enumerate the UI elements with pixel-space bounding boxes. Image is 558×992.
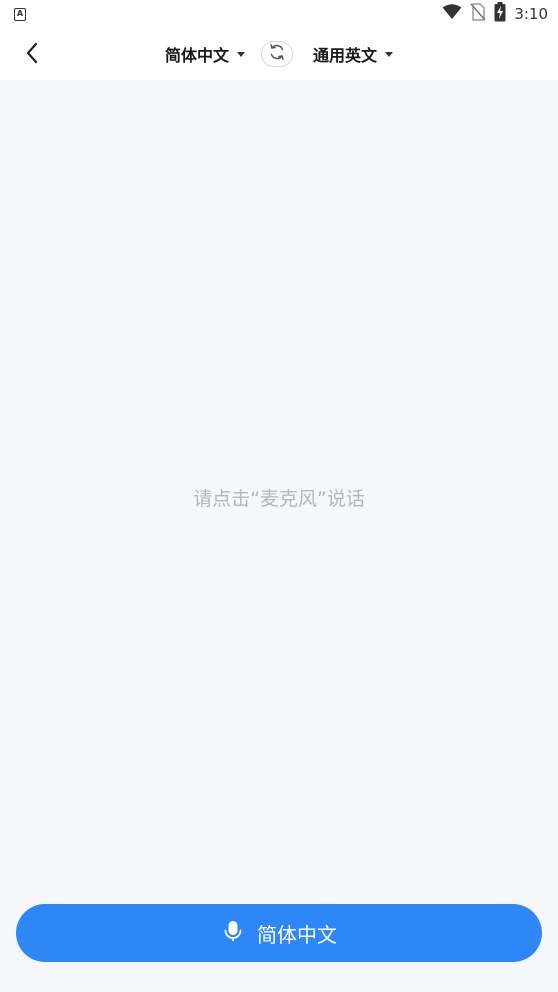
microphone-button[interactable]: 简体中文 <box>16 904 542 962</box>
transcript-area: 请点击“麦克风”说话 简体中文 <box>0 80 558 992</box>
swap-icon <box>268 43 286 65</box>
translator-screen: A 3:10 简体中文 通用英文 请点击“麦克风”说话 简体中文 <box>0 0 558 992</box>
chevron-left-icon <box>25 42 39 68</box>
back-button[interactable] <box>14 40 50 70</box>
status-bar: A 3:10 <box>0 0 558 28</box>
status-time: 3:10 <box>514 5 548 23</box>
target-language-select[interactable]: 通用英文 <box>313 42 394 66</box>
caret-down-icon <box>385 52 394 57</box>
battery-charging-icon <box>494 2 506 26</box>
language-bar: 简体中文 通用英文 <box>0 28 558 80</box>
caret-down-icon <box>237 52 245 57</box>
notification-app-icon: A <box>14 7 26 21</box>
wifi-icon <box>442 4 462 24</box>
microphone-button-label: 简体中文 <box>257 922 337 947</box>
source-language-select[interactable]: 简体中文 <box>165 42 245 66</box>
no-sim-icon <box>470 3 486 25</box>
microphone-icon <box>221 919 245 947</box>
swap-languages-button[interactable] <box>261 41 293 67</box>
header: 简体中文 通用英文 <box>0 28 558 80</box>
source-language-label: 简体中文 <box>164 46 229 65</box>
speak-hint: 请点击“麦克风”说话 <box>193 488 365 510</box>
target-language-label: 通用英文 <box>313 46 378 65</box>
